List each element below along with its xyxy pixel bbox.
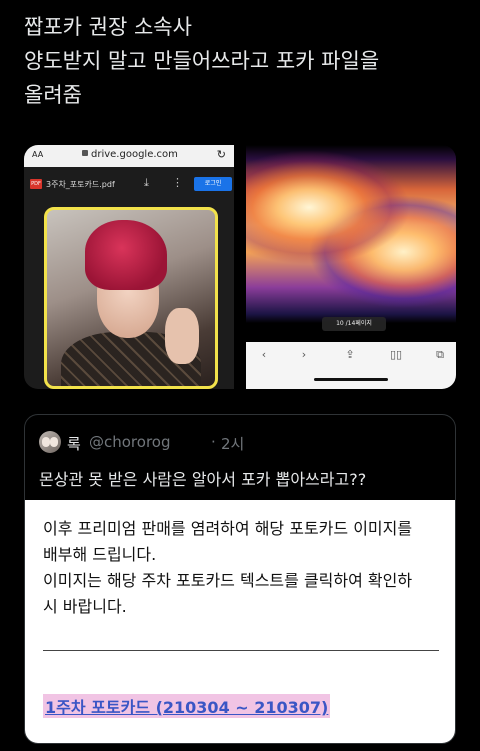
divider <box>43 650 439 651</box>
quoted-tweet[interactable]: 록 @chororog · 2시 몬상관 못 받은 사람은 알아서 포카 뽑아쓰… <box>24 414 456 744</box>
author-name[interactable]: 록 <box>67 433 81 454</box>
notice-line: 배부해 드립니다. <box>43 545 157 564</box>
file-name: 3주차_포토카드.pdf <box>46 180 115 189</box>
tweet-text: 짭포카 권장 소속사 양도받지 말고 만들어쓰라고 포카 파일을 올려줌 <box>24 10 464 112</box>
photo-hair <box>85 220 167 290</box>
pdf-icon: PDF <box>30 179 42 189</box>
drive-toolbar: PDF 3주차_포토카드.pdf ⤓ ⋮ 로그인 <box>24 173 234 195</box>
back-icon: ‹ <box>261 348 267 361</box>
browser-address-bar: AA drive.google.com ↻ <box>24 145 234 167</box>
media-grid[interactable]: AA drive.google.com ↻ PDF 3주차_포토카드.pdf ⤓… <box>24 145 456 389</box>
notice-text: 이후 프리미엄 판매를 염려하여 해당 포토카드 이미지를 배부해 드립니다. … <box>43 516 412 620</box>
lock-icon <box>82 150 88 156</box>
tweet-text-line: 짭포카 권장 소속사 <box>24 15 192 39</box>
gradient-image <box>246 145 456 323</box>
login-button: 로그인 <box>194 177 232 191</box>
more-vertical-icon: ⋮ <box>172 176 183 189</box>
media-image-pdf-viewer[interactable]: 10 /14페이지 ‹ › ⇪ ▯▯ ⧉ <box>246 145 456 389</box>
notice-image[interactable]: 이후 프리미엄 판매를 염려하여 해당 포토카드 이미지를 배부해 드립니다. … <box>25 500 455 743</box>
tweet-text-line: 양도받지 말고 만들어쓰라고 포카 파일을 <box>24 49 380 73</box>
media-image-drive[interactable]: AA drive.google.com ↻ PDF 3주차_포토카드.pdf ⤓… <box>24 145 234 389</box>
url-text: drive.google.com <box>82 149 178 160</box>
download-icon: ⤓ <box>144 176 149 189</box>
page-indicator: 10 /14페이지 <box>322 317 386 331</box>
tabs-icon: ⧉ <box>436 348 444 361</box>
notice-line: 시 바랍니다. <box>43 597 127 616</box>
text-size-button: AA <box>32 150 44 159</box>
reload-icon: ↻ <box>216 148 226 161</box>
home-indicator <box>314 378 388 381</box>
tweet-text-line: 올려줌 <box>24 83 82 107</box>
photocard-image <box>44 207 218 389</box>
author-handle[interactable]: @chororog <box>89 433 170 451</box>
avatar[interactable] <box>39 431 61 453</box>
notice-line: 이후 프리미엄 판매를 염려하여 해당 포토카드 이미지를 <box>43 519 413 538</box>
timestamp[interactable]: 2시 <box>221 433 244 454</box>
share-icon: ⇪ <box>345 348 355 361</box>
url-label: drive.google.com <box>91 149 178 160</box>
photo-hand <box>165 308 199 364</box>
quoted-tweet-text: 몬상관 못 받은 사람은 알아서 포카 뽑아쓰라고?? <box>39 470 367 489</box>
forward-icon: › <box>301 348 307 361</box>
photocard-link[interactable]: 1주차 포토카드 (210304 ~ 210307) <box>43 694 331 718</box>
safari-toolbar: ‹ › ⇪ ▯▯ ⧉ <box>246 342 456 389</box>
separator-dot: · <box>211 433 216 451</box>
notice-line: 이미지는 해당 주차 포토카드 텍스트를 클릭하여 확인하 <box>43 571 413 590</box>
bookmarks-icon: ▯▯ <box>389 348 403 361</box>
